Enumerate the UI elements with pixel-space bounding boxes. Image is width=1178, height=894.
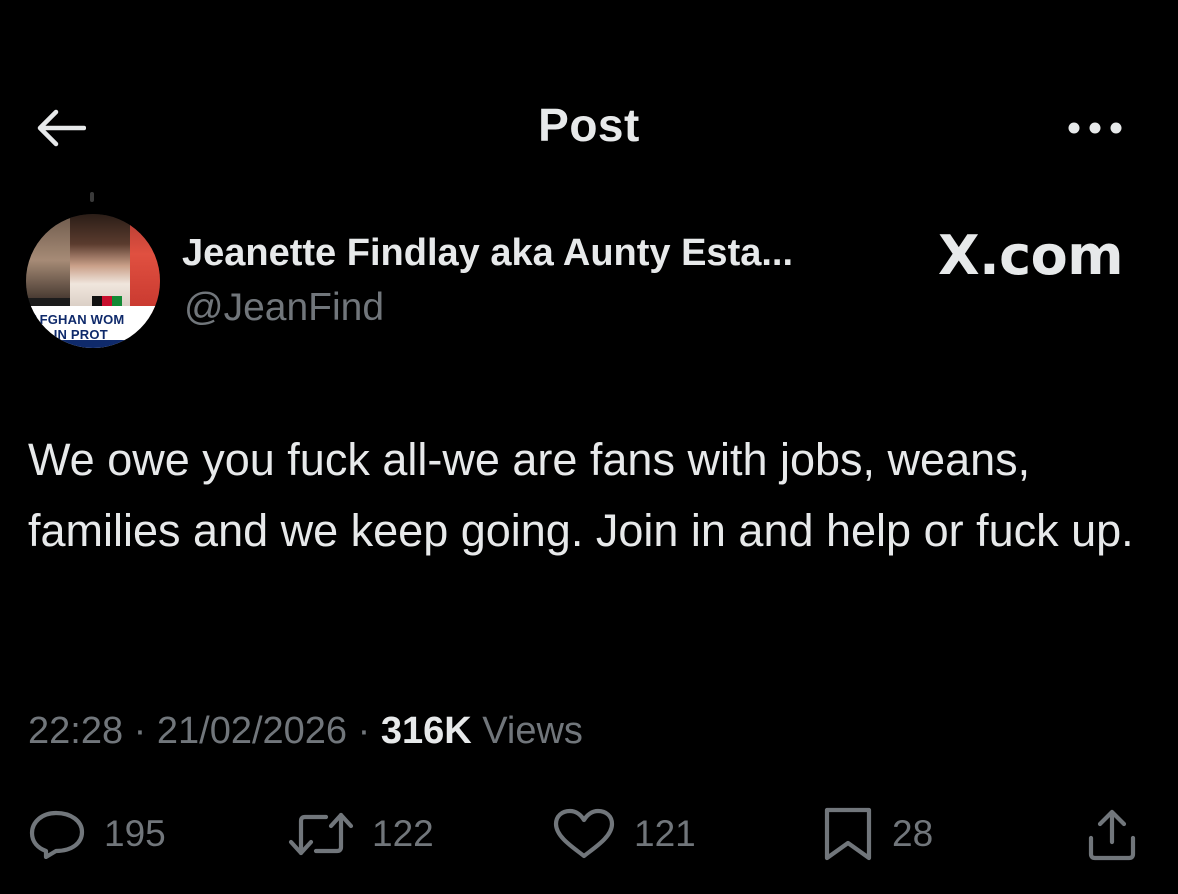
thread-connector <box>90 192 94 202</box>
xcom-watermark: X.com <box>938 224 1124 287</box>
bookmark-count: 28 <box>892 813 934 854</box>
meta-separator: · <box>347 710 381 752</box>
repost-count: 122 <box>372 813 434 854</box>
meta-separator: · <box>123 710 157 752</box>
views-label: Views <box>482 710 583 752</box>
post-text: We owe you fuck all-we are fans with job… <box>28 434 1134 556</box>
more-options-button[interactable] <box>1060 108 1130 148</box>
bookmark-icon <box>822 805 874 863</box>
more-horizontal-icon <box>1067 121 1123 135</box>
bookmark-button[interactable]: 28 <box>822 806 933 862</box>
author-handle[interactable]: @JeanFind <box>184 286 384 330</box>
repost-button[interactable]: 122 <box>288 806 434 862</box>
back-button[interactable] <box>30 100 90 156</box>
avatar-banner-stripe <box>26 340 160 348</box>
like-button[interactable]: 121 <box>552 806 696 862</box>
reply-button[interactable]: 195 <box>28 806 166 862</box>
avatar-photo-left <box>26 214 72 298</box>
avatar-banner-text: AFGHAN WOM NG IN PROT <box>30 312 125 342</box>
post-time[interactable]: 22:28 <box>28 710 123 752</box>
post-date[interactable]: 21/02/2026 <box>157 710 347 752</box>
views-count: 316K <box>380 710 472 752</box>
like-count: 121 <box>634 813 696 854</box>
share-icon <box>1084 806 1140 862</box>
avatar-photo-right <box>130 214 160 314</box>
share-button[interactable] <box>1084 806 1140 862</box>
reply-count: 195 <box>104 813 166 854</box>
arrow-left-icon <box>34 108 86 148</box>
post-meta: 22:28 · 21/02/2026 · 316K Views <box>28 710 583 753</box>
author-display-name[interactable]: Jeanette Findlay aka Aunty Esta... <box>182 232 793 275</box>
heart-icon <box>552 808 616 860</box>
reply-icon <box>28 809 86 859</box>
avatar[interactable]: AFGHAN WOM NG IN PROT <box>26 214 160 348</box>
repost-icon <box>288 809 354 859</box>
page-title: Post <box>538 99 640 151</box>
